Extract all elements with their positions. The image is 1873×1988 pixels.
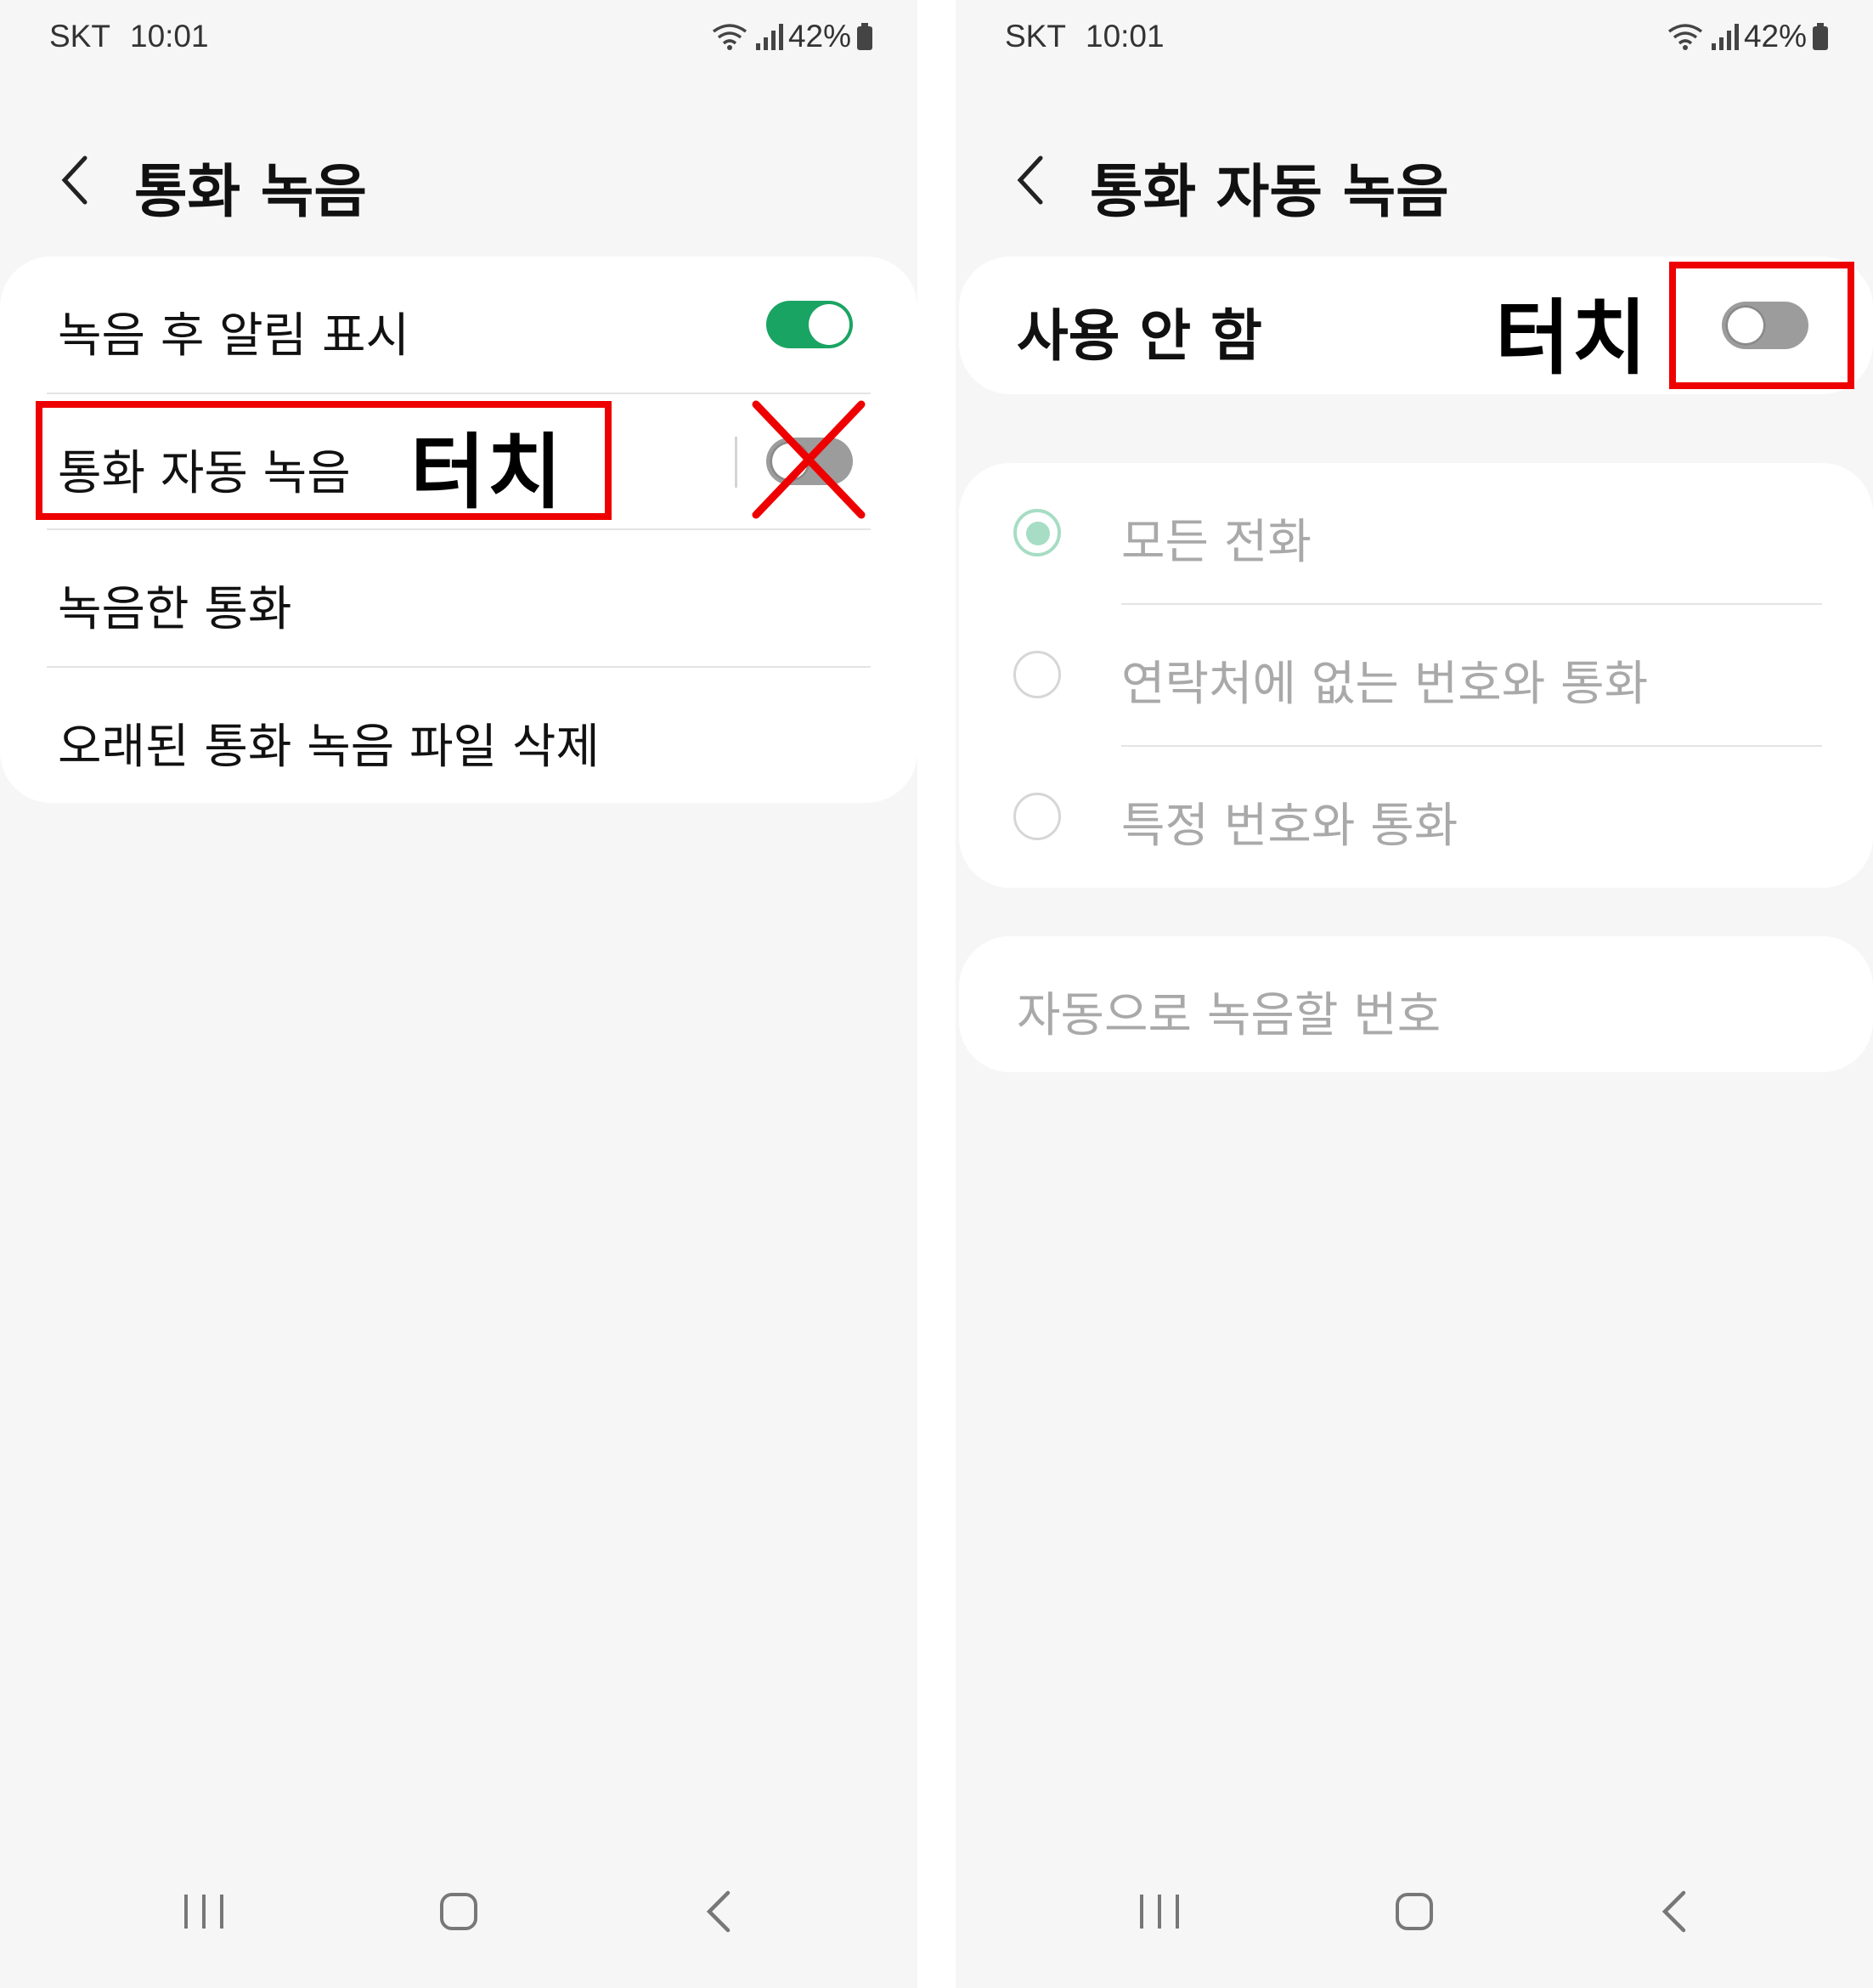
notify-after-record-row[interactable]: 녹음 후 알림 표시 xyxy=(0,257,917,393)
row-label: 녹음 후 알림 표시 xyxy=(58,308,410,364)
highlight-box xyxy=(1669,262,1854,389)
notify-toggle[interactable] xyxy=(766,301,853,348)
auto-record-numbers-label: 자동으로 녹음할 번호 xyxy=(1017,988,1441,1043)
page-title: 통화 녹음 xyxy=(134,159,367,226)
option-label: 모든 전화 xyxy=(1121,515,1312,570)
recorded-calls-row[interactable]: 녹음한 통화 xyxy=(0,530,917,664)
left-screen: SKT 10:01 42% 통화 녹음 녹음 후 알림 표시 통화 자동 녹음 … xyxy=(0,0,917,1988)
master-switch-label: 사용 안 함 xyxy=(1017,303,1262,369)
row-label: 오래된 통화 녹음 파일 삭제 xyxy=(58,720,600,775)
option-unsaved-numbers[interactable]: 연락처에 없는 번호와 통화 xyxy=(959,605,1873,746)
touch-annotation: 터치 xyxy=(410,425,564,520)
status-bar: SKT 10:01 42% xyxy=(49,19,873,56)
back-arrow-icon[interactable] xyxy=(58,155,92,206)
recent-apps-icon[interactable] xyxy=(1125,1878,1193,1946)
navigation-bar xyxy=(0,1878,917,1988)
battery-percent: 42% xyxy=(1743,19,1807,54)
back-icon[interactable] xyxy=(684,1878,752,1946)
carrier-label: SKT xyxy=(49,19,110,54)
battery-percent: 42% xyxy=(787,19,851,54)
carrier-label: SKT xyxy=(1005,19,1066,54)
recent-apps-icon[interactable] xyxy=(170,1878,238,1946)
row-label: 녹음한 통화 xyxy=(58,582,292,637)
record-options-card: 모든 전화 연락처에 없는 번호와 통화 특정 번호와 통화 xyxy=(959,463,1873,888)
status-bar: SKT 10:01 42% xyxy=(1005,19,1829,56)
clock: 10:01 xyxy=(1086,19,1165,54)
option-label: 연락처에 없는 번호와 통화 xyxy=(1121,657,1649,712)
option-label: 특정 번호와 통화 xyxy=(1121,799,1458,854)
radio-specific-numbers[interactable] xyxy=(1013,793,1061,840)
radio-unsaved-numbers[interactable] xyxy=(1013,651,1061,698)
clock: 10:01 xyxy=(130,19,209,54)
option-specific-numbers[interactable]: 특정 번호와 통화 xyxy=(959,747,1873,888)
back-icon[interactable] xyxy=(1639,1878,1707,1946)
back-arrow-icon[interactable] xyxy=(1013,155,1047,206)
touch-annotation: 터치 xyxy=(1495,291,1649,386)
radio-all-calls[interactable] xyxy=(1013,509,1061,556)
auto-record-numbers-card[interactable]: 자동으로 녹음할 번호 xyxy=(959,936,1873,1072)
battery-icon xyxy=(1813,23,1828,50)
signal-icon xyxy=(755,24,783,50)
cross-mark-icon xyxy=(752,400,866,519)
delete-old-recordings-row[interactable]: 오래된 통화 녹음 파일 삭제 xyxy=(0,668,917,803)
page-title: 통화 자동 녹음 xyxy=(1090,159,1449,226)
home-icon[interactable] xyxy=(425,1878,493,1946)
battery-icon xyxy=(857,23,872,50)
signal-icon xyxy=(1711,24,1739,50)
wifi-icon xyxy=(1667,24,1702,50)
right-screen: SKT 10:01 42% 통화 자동 녹음 사용 안 함 터치 모든 전화 연… xyxy=(956,0,1873,1988)
home-icon[interactable] xyxy=(1380,1878,1448,1946)
option-all-calls[interactable]: 모든 전화 xyxy=(959,463,1873,604)
navigation-bar xyxy=(956,1878,1873,1988)
toggle-separator xyxy=(735,437,737,488)
settings-card: 녹음 후 알림 표시 통화 자동 녹음 녹음한 통화 오래된 통화 녹음 파일 … xyxy=(0,257,917,803)
wifi-icon xyxy=(712,24,747,50)
